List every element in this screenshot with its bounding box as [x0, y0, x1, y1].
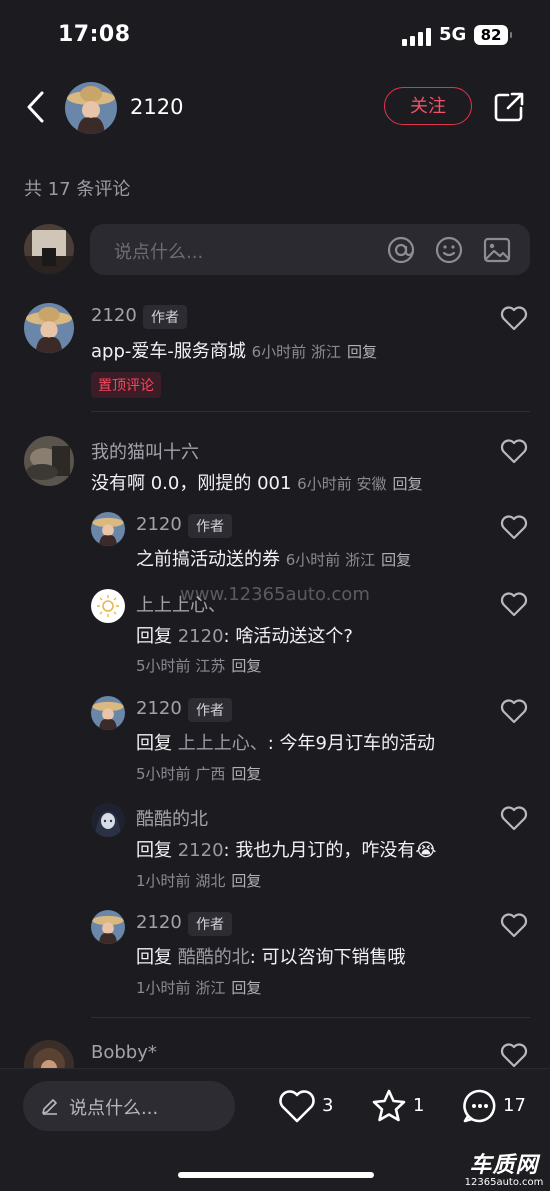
- avatar[interactable]: [91, 910, 125, 944]
- reply-meta: 1小时前 浙江 回复: [136, 979, 262, 997]
- like-icon[interactable]: [500, 514, 528, 540]
- status-time: 17:08: [58, 22, 131, 47]
- comment-total: 17: [503, 1095, 526, 1116]
- comment-bubble-icon[interactable]: [461, 1087, 499, 1125]
- site-logo: 车质网 12365auto.com: [464, 1153, 544, 1188]
- my-avatar: [24, 224, 74, 274]
- comment-meta: 6小时前 安徽 回复: [297, 475, 423, 493]
- author-avatar[interactable]: [65, 82, 117, 134]
- like-icon[interactable]: [500, 698, 528, 724]
- comment-count: 共 17 条评论: [24, 179, 131, 200]
- bottom-input-placeholder[interactable]: 说点什么...: [69, 1094, 158, 1120]
- reply-text: 回复 酷酷的北: 可以咨询下销售哦: [136, 947, 406, 968]
- author-tag: 作者: [188, 698, 232, 722]
- reply-button[interactable]: 回复: [231, 979, 261, 997]
- like-icon[interactable]: [500, 1042, 528, 1068]
- comment-username[interactable]: 我的猫叫十六: [91, 438, 199, 464]
- divider: [91, 411, 530, 412]
- reply-target[interactable]: 酷酷的北: [178, 947, 250, 968]
- reply-button[interactable]: 回复: [393, 475, 423, 493]
- avatar[interactable]: [91, 803, 125, 837]
- like-icon[interactable]: [500, 912, 528, 938]
- reply-button[interactable]: 回复: [347, 343, 377, 361]
- divider: [91, 1017, 530, 1018]
- signal-icon: [402, 28, 431, 46]
- mention-icon[interactable]: [386, 235, 416, 265]
- comment-meta: 6小时前 浙江 回复: [251, 343, 377, 361]
- reply-meta: 5小时前 江苏 回复: [136, 657, 262, 675]
- pinned-badge: 置顶评论: [91, 372, 161, 398]
- reply-text: 回复 上上上心、: 今年9月订车的活动: [136, 733, 435, 754]
- reply-username[interactable]: 酷酷的北: [136, 805, 208, 831]
- reply-text: 之前搞活动送的券 6小时前 浙江 回复: [136, 549, 412, 570]
- comment-username[interactable]: Bobby*: [91, 1042, 157, 1063]
- pencil-icon: [42, 1099, 57, 1115]
- back-icon[interactable]: [24, 90, 48, 124]
- reply-text: 回复 2120: 我也九月订的，咋没有😭: [136, 840, 437, 861]
- avatar[interactable]: [91, 696, 125, 730]
- reply-meta: 5小时前 广西 回复: [136, 765, 262, 783]
- reply-username[interactable]: 2120: [136, 514, 182, 535]
- comment-input-placeholder[interactable]: 说点什么...: [114, 238, 203, 264]
- crying-emoji: 😭: [415, 840, 437, 861]
- reply-text: 回复 2120: 啥活动送这个?: [136, 626, 353, 647]
- author-tag: 作者: [143, 305, 187, 329]
- avatar[interactable]: [91, 512, 125, 546]
- like-icon[interactable]: [500, 591, 528, 617]
- favorite-count: 1: [413, 1095, 425, 1116]
- avatar[interactable]: [24, 436, 74, 486]
- follow-button[interactable]: 关注: [384, 87, 472, 125]
- image-icon[interactable]: [482, 235, 512, 265]
- comment-username[interactable]: 2120: [91, 305, 137, 326]
- author-tag: 作者: [188, 514, 232, 538]
- share-icon[interactable]: [492, 90, 526, 124]
- like-icon[interactable]: [500, 438, 528, 464]
- reply-button[interactable]: 回复: [381, 551, 411, 569]
- reply-username[interactable]: 2120: [136, 698, 182, 719]
- star-icon[interactable]: [370, 1087, 408, 1125]
- author-tag: 作者: [188, 912, 232, 936]
- comment-text: 没有啊 0.0，刚提的 001 6小时前 安徽 回复: [91, 473, 423, 494]
- avatar[interactable]: [91, 589, 125, 623]
- reply-button[interactable]: 回复: [231, 657, 261, 675]
- reply-meta: 1小时前 湖北 回复: [136, 872, 262, 890]
- like-icon[interactable]: [500, 305, 528, 331]
- reply-target[interactable]: 2120: [178, 626, 224, 647]
- reply-target[interactable]: 2120: [178, 840, 224, 861]
- reply-button[interactable]: 回复: [231, 765, 261, 783]
- battery-icon: 82: [474, 25, 512, 45]
- author-name[interactable]: 2120: [130, 95, 183, 119]
- watermark: www.12365auto.com: [180, 584, 370, 605]
- reply-button[interactable]: 回复: [231, 872, 261, 890]
- home-indicator: [178, 1172, 374, 1178]
- emoji-icon[interactable]: [434, 235, 464, 265]
- avatar[interactable]: [24, 303, 74, 353]
- reply-meta: 6小时前 浙江 回复: [285, 551, 412, 569]
- like-icon[interactable]: [500, 805, 528, 831]
- network-type: 5G: [439, 24, 467, 45]
- comment-text: app-爱车-服务商城 6小时前 浙江 回复: [91, 341, 377, 362]
- reply-target[interactable]: 上上上心、: [178, 733, 268, 754]
- like-icon[interactable]: [278, 1088, 316, 1124]
- like-count: 3: [322, 1095, 334, 1116]
- reply-username[interactable]: 2120: [136, 912, 182, 933]
